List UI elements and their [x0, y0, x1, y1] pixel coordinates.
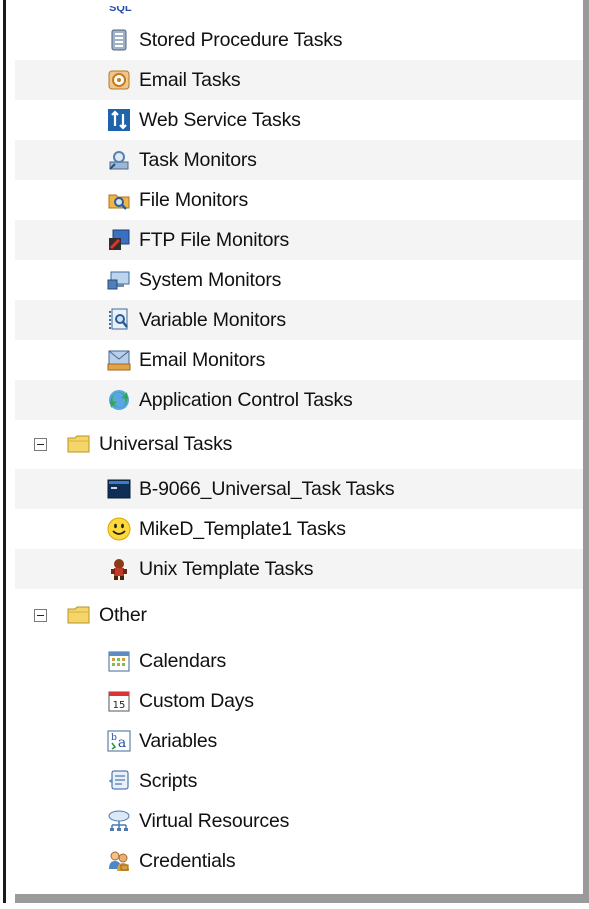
tree-item-label: Credentials: [139, 849, 236, 872]
tree-item-system-monitors[interactable]: System Monitors: [15, 260, 583, 300]
custom-days-icon: 15: [107, 689, 131, 713]
tree-item-task-monitors[interactable]: Task Monitors: [15, 140, 583, 180]
tree-item-label: Email Tasks: [139, 68, 241, 91]
variable-monitor-icon: [107, 308, 131, 332]
tree-item-label: FTP File Monitors: [139, 228, 290, 251]
svg-text:b: b: [111, 733, 117, 743]
file-monitor-icon: [107, 188, 131, 212]
tree-folder-label: Universal Tasks: [99, 432, 233, 455]
tree-item-label: Variables: [139, 729, 218, 752]
tree-item-application-control-tasks[interactable]: Application Control Tasks: [15, 380, 583, 420]
tree-item-label: System Monitors: [139, 268, 282, 291]
tree-item-label: Task Monitors: [139, 148, 257, 171]
tree-item-label: Calendars: [139, 649, 227, 672]
tree-item-label: Email Monitors: [139, 348, 266, 371]
tree-folder-label: Other: [99, 603, 147, 626]
svg-text:a: a: [118, 735, 126, 751]
tree-item-label: Stored Procedure Tasks: [139, 28, 343, 51]
tree-item-calendars[interactable]: Calendars: [15, 641, 583, 681]
calendar-icon: [107, 649, 131, 673]
tree-item-label: Virtual Resources: [139, 809, 290, 832]
tree-item-web-service-tasks[interactable]: Web Service Tasks: [15, 100, 583, 140]
collapse-toggle-icon[interactable]: [34, 438, 47, 451]
credentials-icon: [107, 849, 131, 873]
tree-item-credentials[interactable]: Credentials: [15, 841, 583, 881]
folder-icon: [67, 432, 91, 456]
tree-item-label: Web Service Tasks: [139, 108, 301, 131]
tree-item-ftp-file-monitors[interactable]: FTP File Monitors: [15, 220, 583, 260]
tree-item-label: Variable Monitors: [139, 308, 286, 331]
left-border: [3, 0, 6, 903]
tree-folder-other[interactable]: Other: [15, 595, 583, 635]
tree-item-stored-procedure-tasks[interactable]: Stored Procedure Tasks: [15, 20, 583, 60]
ftp-file-monitor-icon: [107, 228, 131, 252]
tree-item-label: Unix Template Tasks: [139, 557, 314, 580]
tree-item-virtual-resources[interactable]: Virtual Resources: [15, 801, 583, 841]
tree-item-custom-days[interactable]: 15 Custom Days: [15, 681, 583, 721]
tree-item-label: Custom Days: [139, 689, 254, 712]
tree-viewport[interactable]: SQL Stored Procedure Tasks Email Tasks W…: [15, 6, 583, 894]
tree-item-label: MikeD_Template1 Tasks: [139, 517, 346, 540]
svg-text:15: 15: [113, 700, 126, 711]
tree-item-b9066-universal-task-tasks[interactable]: B-9066_Universal_Task Tasks: [15, 469, 583, 509]
stored-procedure-icon: [107, 28, 131, 52]
virtual-resources-icon: [107, 809, 131, 833]
tree-item-variable-monitors[interactable]: Variable Monitors: [15, 300, 583, 340]
tree-item-miked-template1-tasks[interactable]: MikeD_Template1 Tasks: [15, 509, 583, 549]
variables-icon: ba: [107, 729, 131, 753]
email-task-icon: [107, 68, 131, 92]
tree-item-label: File Monitors: [139, 188, 249, 211]
tree-item-label: Application Control Tasks: [139, 388, 353, 411]
application-control-icon: [107, 388, 131, 412]
tree-folder-universal-tasks[interactable]: Universal Tasks: [15, 424, 583, 464]
tree-item-label: Scripts: [139, 769, 198, 792]
scripts-icon: [107, 769, 131, 793]
tree-item-label: B-9066_Universal_Task Tasks: [139, 477, 395, 500]
system-monitor-icon: [107, 268, 131, 292]
collapse-toggle-icon[interactable]: [34, 609, 47, 622]
task-monitor-icon: [107, 148, 131, 172]
tree-item-file-monitors[interactable]: File Monitors: [15, 180, 583, 220]
tree-item-scripts[interactable]: Scripts: [15, 761, 583, 801]
tree-item-email-tasks[interactable]: Email Tasks: [15, 60, 583, 100]
tree-item-email-monitors[interactable]: Email Monitors: [15, 340, 583, 380]
navigation-tree-panel: SQL Stored Procedure Tasks Email Tasks W…: [15, 0, 589, 903]
folder-icon: [67, 603, 91, 627]
web-service-icon: [107, 108, 131, 132]
tree-item-variables[interactable]: ba Variables: [15, 721, 583, 761]
terminal-icon: [107, 477, 131, 501]
smiley-icon: [107, 517, 131, 541]
email-monitor-icon: [107, 348, 131, 372]
character-icon: [107, 557, 131, 581]
sql-icon-cut: SQL: [109, 6, 132, 14]
tree-item-unix-template-tasks[interactable]: Unix Template Tasks: [15, 549, 583, 589]
